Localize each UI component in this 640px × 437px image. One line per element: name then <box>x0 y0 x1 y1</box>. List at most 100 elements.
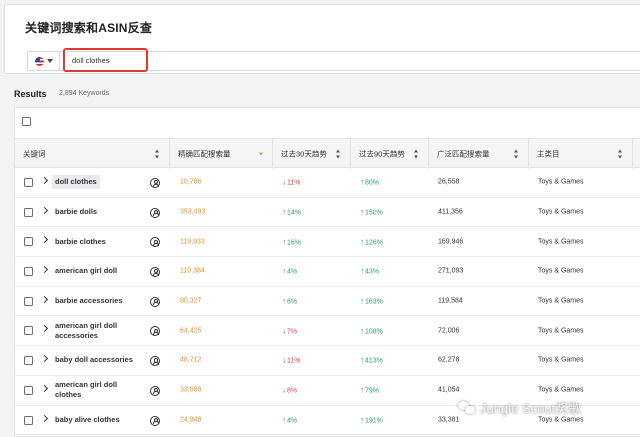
sort-icon <box>618 149 623 159</box>
broad-volume-cell: 41,054 <box>438 386 460 394</box>
exact-volume-cell: 80,327 <box>180 297 202 305</box>
country-select[interactable] <box>28 52 60 70</box>
results-count: 2,894 Keywords <box>59 90 110 97</box>
trend-30-cell: ↓8% <box>282 385 298 395</box>
results-table: 关键词 精确匹配搜索量 过去30天趋势 过去90天趋势 广泛匹配搜索量 主类目 … <box>14 107 640 437</box>
category-cell: Toys & Games <box>538 416 584 424</box>
trend-30-cell: ↓11% <box>282 177 301 187</box>
product-lookup-icon[interactable] <box>150 237 160 248</box>
category-cell: Toys & Games <box>538 178 584 186</box>
product-lookup-icon[interactable] <box>150 207 160 218</box>
trend-90-cell: ↑126% <box>360 237 383 247</box>
sort-icon <box>336 149 341 159</box>
sort-icon <box>414 149 419 159</box>
exact-volume-cell: 48,712 <box>180 356 202 364</box>
keyword-cell[interactable]: barbie accessories <box>55 296 123 306</box>
broad-volume-cell: 119,584 <box>438 297 463 305</box>
table-header: 关键词 精确匹配搜索量 过去30天趋势 过去90天趋势 广泛匹配搜索量 主类目 <box>15 138 640 169</box>
chevron-right-icon[interactable] <box>40 325 49 333</box>
table-body: doll clothes 10,786 ↓11% ↑80% 26,558 Toy… <box>15 168 640 436</box>
exact-volume-cell: 24,948 <box>180 416 202 424</box>
chevron-right-icon[interactable] <box>40 384 49 392</box>
product-lookup-icon[interactable] <box>150 267 160 278</box>
keyword-cell[interactable]: baby doll accessories <box>55 355 133 365</box>
trend-90-cell: ↑413% <box>360 355 383 365</box>
product-lookup-icon[interactable] <box>150 178 160 188</box>
product-lookup-icon[interactable] <box>150 356 160 367</box>
chevron-down-icon <box>46 59 53 63</box>
keyword-cell[interactable]: doll clothes <box>52 175 100 190</box>
product-lookup-icon[interactable] <box>150 415 160 426</box>
category-cell: Toys & Games <box>538 297 584 305</box>
chevron-right-icon[interactable] <box>40 295 49 303</box>
keyword-cell[interactable]: baby alive clothes <box>55 415 120 425</box>
broad-volume-cell: 271,093 <box>438 267 464 275</box>
trend-30-cell: ↑16% <box>282 237 302 247</box>
category-cell: Toys & Games <box>538 267 584 275</box>
trend-90-cell: ↑191% <box>360 415 383 425</box>
product-lookup-icon[interactable] <box>150 296 160 307</box>
table-row: american girl doll 110,384 ↑4% ↑43% 271,… <box>15 257 640 287</box>
row-checkbox[interactable] <box>24 415 33 425</box>
select-all-row <box>15 108 640 138</box>
trend-90-cell: ↑43% <box>360 266 380 276</box>
row-checkbox[interactable] <box>24 385 33 395</box>
column-header-exact-volume[interactable]: 精确匹配搜索量 <box>170 139 273 169</box>
column-header-broad-volume[interactable]: 广泛匹配搜索量 <box>429 139 529 169</box>
keyword-search-input[interactable] <box>63 48 148 72</box>
exact-volume-cell: 64,425 <box>180 327 202 335</box>
chevron-right-icon[interactable] <box>40 266 49 274</box>
keyword-cell[interactable]: barbie clothes <box>55 237 106 247</box>
broad-volume-cell: 72,006 <box>438 327 460 335</box>
row-checkbox[interactable] <box>24 267 33 277</box>
chevron-right-icon[interactable] <box>40 355 49 363</box>
category-cell: Toys & Games <box>538 386 584 394</box>
product-lookup-icon[interactable] <box>150 326 160 337</box>
broad-volume-cell: 62,278 <box>438 356 460 364</box>
table-row: baby doll accessories 48,712 ↓11% ↑413% … <box>15 346 640 376</box>
chevron-right-icon[interactable] <box>40 176 49 185</box>
table-row: barbie clothes 119,933 ↑16% ↑126% 169,94… <box>15 227 640 258</box>
page-title: 关键词搜索和ASIN反查 <box>25 21 153 35</box>
row-checkbox[interactable] <box>24 237 33 247</box>
product-lookup-icon[interactable] <box>150 385 160 396</box>
select-all-checkbox[interactable] <box>22 117 31 126</box>
category-cell: Toys & Games <box>538 356 584 364</box>
category-cell: Toys & Games <box>538 327 584 335</box>
exact-volume-cell: 110,384 <box>180 267 205 275</box>
trend-30-cell: ↑6% <box>282 296 298 306</box>
sort-icon <box>155 149 160 159</box>
keyword-cell[interactable]: american girl doll clothes <box>55 380 135 400</box>
row-checkbox[interactable] <box>24 326 33 336</box>
keyword-cell[interactable]: american girl doll accessories <box>55 321 135 341</box>
category-cell: Toys & Games <box>538 238 584 246</box>
table-row: barbie dolls 353,493 ↑14% ↑150% 411,356 … <box>15 198 640 228</box>
column-header-trend-30[interactable]: 过去30天趋势 <box>273 139 351 169</box>
column-header-keyword[interactable]: 关键词 <box>15 139 170 169</box>
exact-volume-cell: 119,933 <box>180 238 205 246</box>
keyword-cell[interactable]: barbie dolls <box>55 207 97 217</box>
watermark: Jungle Scout奖歌 <box>458 398 581 417</box>
chevron-right-icon[interactable] <box>40 236 49 244</box>
watermark-text: Jungle Scout奖歌 <box>480 401 582 416</box>
row-checkbox[interactable] <box>24 178 33 187</box>
trend-30-cell: ↓7% <box>282 326 298 336</box>
broad-volume-cell: 33,381 <box>438 416 460 424</box>
trend-90-cell: ↑163% <box>360 296 383 306</box>
trend-30-cell: ↑4% <box>282 266 298 276</box>
chevron-right-icon[interactable] <box>40 414 49 422</box>
chevron-right-icon[interactable] <box>40 206 49 214</box>
keyword-cell[interactable]: american girl doll <box>55 266 117 276</box>
column-header-trend-90[interactable]: 过去90天趋势 <box>351 139 429 169</box>
trend-30-cell: ↓11% <box>282 355 301 365</box>
row-checkbox[interactable] <box>24 207 33 217</box>
us-flag-icon <box>34 56 44 66</box>
broad-volume-cell: 411,356 <box>438 208 463 216</box>
search-panel: 关键词搜索和ASIN反查 <box>4 4 640 74</box>
wechat-icon <box>458 400 476 415</box>
table-row: american girl doll accessories 64,425 ↓7… <box>15 316 640 347</box>
row-checkbox[interactable] <box>24 356 33 366</box>
row-checkbox[interactable] <box>24 296 33 306</box>
trend-90-cell: ↑80% <box>360 177 380 187</box>
column-header-category[interactable]: 主类目 <box>529 139 633 169</box>
